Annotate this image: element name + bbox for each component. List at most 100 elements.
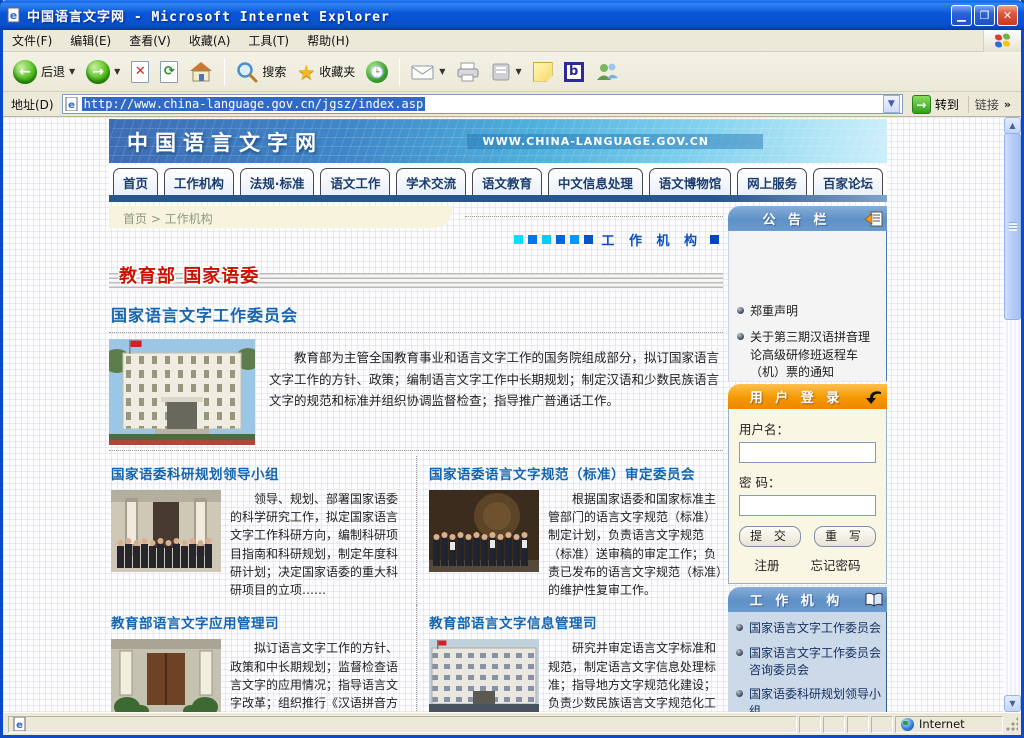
username-input[interactable] [739, 442, 876, 463]
standard-toolbar: ← 后退▼ →▼ ✕ ⟳ 搜索 ★ 收藏夹 🕒 ▼ ▼ [3, 52, 1021, 92]
menu-tools[interactable]: 工具(T) [239, 29, 298, 52]
history-button[interactable]: 🕒 [362, 59, 392, 85]
section-title[interactable]: 教育部语言文字信息管理司 [429, 612, 723, 632]
edit-icon [491, 62, 511, 82]
resize-grip[interactable] [1005, 716, 1018, 733]
marker-square [570, 235, 579, 244]
section-title[interactable]: 国家语委语言文字规范（标准）审定委员会 [429, 463, 723, 483]
vertical-scrollbar[interactable]: ▲ ▼ [1004, 117, 1021, 712]
maximize-button[interactable]: ❐ [974, 5, 995, 26]
search-button[interactable]: 搜索 [232, 59, 290, 85]
nav-tab-academic[interactable]: 学术交流 [396, 168, 466, 195]
menu-favorites[interactable]: 收藏(A) [180, 29, 240, 52]
forgot-password-link[interactable]: 忘记密码 [810, 555, 860, 574]
minimize-button[interactable]: ▁ [951, 5, 972, 26]
breadcrumb[interactable]: 首页 > 工作机构 [123, 210, 213, 227]
group-photo-outdoor [111, 490, 221, 572]
status-pane [799, 716, 821, 733]
forward-button[interactable]: →▼ [82, 58, 124, 86]
marker-square [584, 235, 593, 244]
sticky-note-icon [533, 62, 553, 82]
menu-help[interactable]: 帮助(H) [298, 29, 358, 52]
favorites-icon: ★ [297, 60, 315, 84]
book-icon [865, 592, 883, 608]
announcement-item[interactable]: 关于第三期汉语拼音理论高级研修班返程车（机）票的通知 [737, 329, 880, 381]
go-icon: → [912, 95, 931, 114]
announcements-body: 郑重声明 关于第三期汉语拼音理论高级研修班返程车（机）票的通知 [728, 231, 887, 381]
nav-tab-services[interactable]: 网上服务 [737, 168, 807, 195]
committee-title[interactable]: 国家语言文字工作委员会 [111, 302, 723, 326]
forward-icon: → [86, 60, 110, 84]
register-link[interactable]: 注册 [754, 555, 779, 574]
refresh-button[interactable]: ⟳ [156, 59, 182, 85]
ministry-building-photo [109, 339, 255, 445]
stop-button[interactable]: ✕ [127, 59, 153, 85]
favorites-button[interactable]: ★ 收藏夹 [293, 58, 359, 86]
windows-logo [983, 30, 1021, 52]
dotted-rule [109, 450, 723, 451]
messenger-service-button[interactable]: b [560, 60, 588, 84]
section-text: 根据国家语委和国家标准主管部门的语言文字规范（标准）制定计划，负责语言文字规范（… [548, 490, 723, 599]
nav-tab-home[interactable]: 首页 [113, 168, 158, 195]
reset-button[interactable]: 重 写 [814, 526, 876, 547]
go-button[interactable]: → 转到 [907, 94, 964, 115]
marker-square [514, 235, 523, 244]
submit-button[interactable]: 提 交 [739, 526, 801, 547]
menu-file[interactable]: 文件(F) [3, 29, 61, 52]
nav-tab-info-processing[interactable]: 中文信息处理 [548, 168, 643, 195]
browser-window: e 中国语言文字网 - Microsoft Internet Explorer … [0, 0, 1024, 738]
edit-button[interactable]: ▼ [487, 60, 525, 84]
history-icon: 🕒 [366, 61, 388, 83]
address-input[interactable]: e http://www.china-language.gov.cn/jgsz/… [62, 94, 903, 114]
address-url-selected[interactable]: http://www.china-language.gov.cn/jgsz/in… [82, 97, 426, 111]
links-toolbar[interactable]: 链接 » [968, 96, 1017, 113]
org-link[interactable]: 国家语言文字工作委员会 [736, 620, 881, 637]
bullet-icon [736, 690, 743, 697]
messenger-button[interactable] [591, 60, 623, 84]
nav-tab-forum[interactable]: 百家论坛 [813, 168, 883, 195]
edit-dropdown-icon[interactable]: ▼ [515, 67, 521, 76]
back-dropdown-icon[interactable]: ▼ [69, 67, 75, 76]
nav-tab-regulations[interactable]: 法规·标准 [240, 168, 315, 195]
org-link[interactable]: 国家语委科研规划领导小组 [736, 686, 881, 712]
close-button[interactable]: ✕ [997, 5, 1018, 26]
nav-tab-education[interactable]: 语文教育 [472, 168, 542, 195]
home-button[interactable] [185, 59, 217, 85]
print-button[interactable] [452, 60, 484, 84]
menu-edit[interactable]: 编辑(E) [61, 29, 120, 52]
links-chevron-icon[interactable]: » [1004, 98, 1011, 111]
back-button[interactable]: ← 后退▼ [9, 58, 79, 86]
mail-button[interactable]: ▼ [407, 61, 449, 83]
section-title[interactable]: 国家语委科研规划领导小组 [111, 463, 406, 483]
marker-square [542, 235, 551, 244]
bullet-icon [737, 333, 744, 340]
address-dropdown-button[interactable]: ▼ [883, 95, 900, 113]
site-logo[interactable]: 中国语言文字网 [127, 127, 323, 157]
svg-text:e: e [68, 100, 75, 111]
status-pane [847, 716, 869, 733]
mail-icon [411, 63, 435, 81]
page-viewport: 中国语言文字网 WWW.CHINA-LANGUAGE.GOV.CN 首页 工作机… [3, 117, 1021, 712]
announcement-item[interactable]: 郑重声明 [737, 303, 880, 320]
scroll-up-button[interactable]: ▲ [1004, 117, 1021, 134]
discuss-button[interactable] [529, 60, 557, 84]
scroll-down-button[interactable]: ▼ [1004, 695, 1021, 712]
thumb-grip [1009, 222, 1017, 231]
group-photo-indoor [429, 490, 539, 572]
main-column: 首页 > 工作机构 工 作 机 构 教育部 国家语委 [109, 206, 723, 712]
nav-tab-museum[interactable]: 语文博物馆 [649, 168, 732, 195]
forward-dropdown-icon[interactable]: ▼ [114, 67, 120, 76]
bullet-icon [736, 624, 743, 631]
mail-dropdown-icon[interactable]: ▼ [439, 67, 445, 76]
bullet-icon [737, 307, 744, 314]
section-title[interactable]: 教育部语言文字应用管理司 [111, 612, 406, 632]
scrollbar-thumb[interactable] [1004, 133, 1021, 320]
nav-tab-language-work[interactable]: 语文工作 [320, 168, 390, 195]
nav-tab-orgs[interactable]: 工作机构 [164, 168, 234, 195]
password-input[interactable] [739, 495, 876, 516]
site-content: 中国语言文字网 WWW.CHINA-LANGUAGE.GOV.CN 首页 工作机… [109, 119, 887, 712]
menu-view[interactable]: 查看(V) [120, 29, 180, 52]
section-application-dept: 教育部语言文字应用管理司 拟订语言文字工作 [109, 605, 416, 712]
org-link[interactable]: 国家语言文字工作委员会咨询委员会 [736, 645, 881, 679]
status-pane [823, 716, 845, 733]
